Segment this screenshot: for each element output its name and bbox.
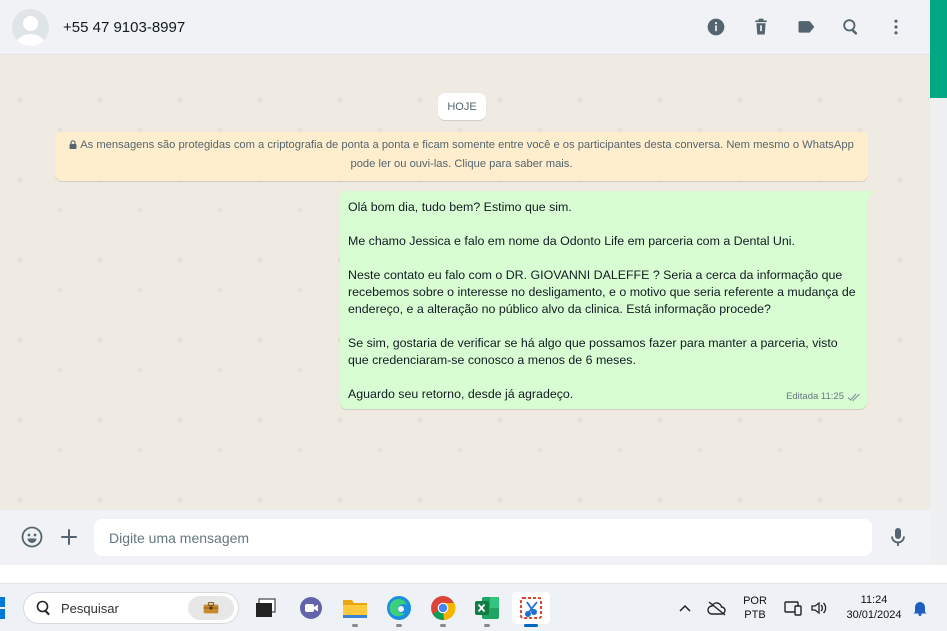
- double-check-icon: [847, 393, 860, 401]
- system-tray-quick-settings[interactable]: [782, 592, 830, 624]
- message-meta: Editada 11:25: [786, 388, 861, 405]
- emoji-button[interactable]: [17, 522, 47, 552]
- edge-icon: [387, 596, 411, 620]
- whatsapp-chat-window: +55 47 9103-8997 HOJE As mensagens são p…: [0, 0, 930, 565]
- language-indicator[interactable]: POR PTB: [740, 592, 770, 624]
- encryption-notice-line1: As mensagens são protegidas com a cripto…: [80, 139, 854, 151]
- running-indicator: [352, 624, 358, 627]
- delete-chat-button[interactable]: [738, 7, 783, 47]
- label-icon: [798, 21, 814, 33]
- scrollbar-accent: [930, 0, 947, 98]
- task-view-icon: [256, 598, 276, 617]
- chat-menu-button[interactable]: [873, 7, 918, 47]
- taskbar-app-edge[interactable]: [384, 592, 414, 627]
- message-paragraph: Olá bom dia, tudo bem? Estimo que sim.: [348, 200, 572, 214]
- taskbar-app-file-explorer[interactable]: [340, 592, 370, 627]
- taskbar-clock[interactable]: 11:24 30/01/2024: [836, 592, 912, 624]
- chevron-up-icon: [679, 604, 691, 612]
- search-icon: [36, 600, 50, 616]
- taskbar-app-excel[interactable]: [472, 592, 502, 627]
- clock-date: 30/01/2024: [846, 609, 902, 621]
- message-timestamp: Editada 11:25: [786, 391, 844, 402]
- taskbar-search[interactable]: Pesquisar: [23, 592, 239, 624]
- teams-icon: [300, 597, 322, 619]
- taskbar-app-chrome[interactable]: [428, 592, 458, 627]
- encryption-notice[interactable]: As mensagens são protegidas com a cripto…: [55, 132, 868, 181]
- voice-message-button[interactable]: [883, 522, 913, 552]
- windows-logo-icon: [0, 597, 5, 607]
- start-button[interactable]: [0, 596, 12, 620]
- running-indicator: [484, 624, 490, 627]
- emoji-icon: [21, 526, 43, 548]
- windows-taskbar: Pesquisar POR PTB 11:24 30/01/2024: [0, 583, 947, 631]
- contact-name[interactable]: +55 47 9103-8997: [63, 19, 185, 36]
- taskbar-app-task-view[interactable]: [251, 592, 281, 624]
- network-icon: [784, 601, 802, 616]
- contact-info-button[interactable]: [693, 7, 738, 47]
- window-scrollbar[interactable]: [930, 0, 947, 565]
- running-indicator: [440, 624, 446, 627]
- chat-header: +55 47 9103-8997: [0, 0, 930, 55]
- active-indicator: [524, 624, 538, 627]
- taskbar-app-teams[interactable]: [296, 592, 326, 624]
- menu-icon: [893, 19, 898, 35]
- search-icon: [842, 19, 857, 35]
- message-paragraph: Se sim, gostaria de verificar se há algo…: [348, 336, 838, 367]
- taskbar-app-snipping-tool[interactable]: [512, 592, 550, 627]
- excel-icon: [475, 597, 499, 619]
- show-hidden-icons-button[interactable]: [676, 592, 694, 624]
- label-chat-button[interactable]: [783, 7, 828, 47]
- avatar[interactable]: [12, 8, 49, 46]
- message-composer: [0, 510, 930, 565]
- bell-icon: [913, 602, 927, 616]
- language-code: POR: [743, 595, 767, 607]
- desktop: +55 47 9103-8997 HOJE As mensagens são p…: [0, 0, 947, 631]
- date-separator: HOJE: [438, 93, 486, 120]
- message-input[interactable]: [94, 519, 872, 556]
- clock-time: 11:24: [860, 594, 888, 606]
- cloud-offline-icon: [707, 601, 726, 616]
- plus-icon: [61, 529, 77, 545]
- lock-icon: [69, 140, 77, 149]
- windows-logo-icon-part: [0, 609, 5, 619]
- keyboard-layout: PTB: [744, 609, 766, 621]
- folder-icon: [343, 600, 367, 618]
- info-icon: [707, 18, 724, 36]
- encryption-notice-line2: pode ler ou ouvi-las. Clique para saber …: [350, 158, 573, 170]
- attach-button[interactable]: [54, 522, 84, 552]
- briefcase-icon: [203, 602, 219, 614]
- onedrive-status-button[interactable]: [705, 592, 729, 624]
- outgoing-message[interactable]: Olá bom dia, tudo bem? Estimo que sim. M…: [340, 191, 874, 409]
- delete-icon: [754, 18, 767, 35]
- message-paragraph: Aguardo seu retorno, desde já agradeço.: [348, 387, 574, 401]
- search-highlight[interactable]: [188, 596, 234, 620]
- notifications-button[interactable]: [910, 592, 930, 624]
- header-actions: [693, 7, 918, 47]
- message-paragraph: Neste contato eu falo com o DR. GIOVANNI…: [348, 268, 856, 316]
- search-placeholder: Pesquisar: [61, 600, 119, 616]
- microphone-icon: [891, 528, 905, 546]
- search-chat-button[interactable]: [828, 7, 873, 47]
- running-indicator: [396, 624, 402, 627]
- volume-icon: [811, 601, 827, 615]
- snipping-tool-icon: [520, 597, 542, 619]
- chrome-icon: [431, 596, 456, 620]
- message-paragraph: Me chamo Jessica e falo em nome da Odont…: [348, 234, 795, 248]
